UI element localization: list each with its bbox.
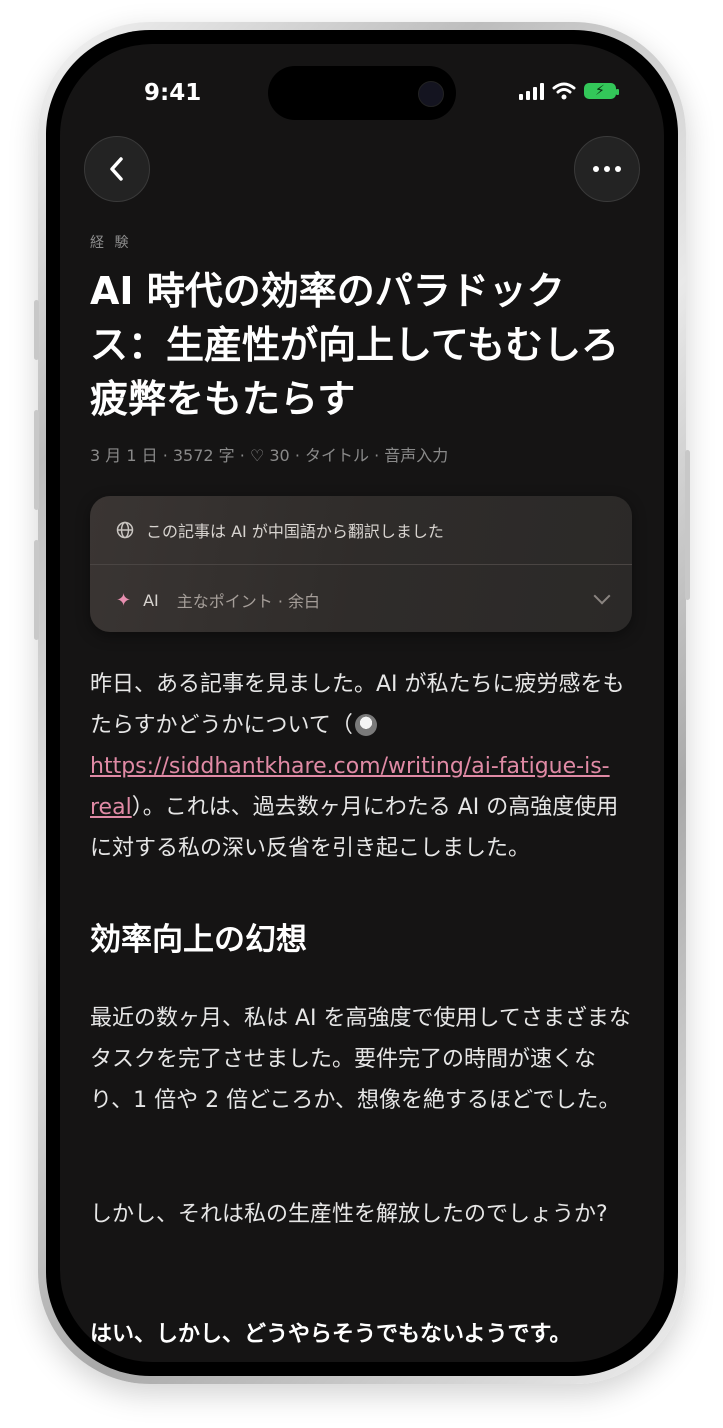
article-meta: 3 月 1 日 · 3572 字 · ♡ 30 · タイトル · 音声入力 (90, 446, 449, 465)
cellular-signal-icon (519, 82, 544, 100)
ellipsis-icon (593, 166, 621, 172)
link-favicon-icon (354, 714, 377, 736)
battery-charging-icon: ⚡ (584, 83, 619, 99)
paragraph-3: しかし、それは私の生産性を解放したのでしょうか? (90, 1202, 608, 1227)
chevron-left-icon (110, 157, 123, 181)
wifi-icon (552, 82, 576, 100)
ai-summary-card: この記事は AI が中国語から翻訳しました ✦ AI 主なポイント · 余白 (90, 496, 632, 632)
more-options-button[interactable] (574, 136, 640, 202)
ai-label: AI (143, 590, 159, 610)
paragraph-1-tail: ）。これは、過去数ヶ月にわたる AI の高強度使用に対する私の深い反省を引き起こ… (90, 795, 619, 861)
globe-icon (116, 521, 134, 539)
section-heading: 効率向上の幻想 (90, 922, 307, 958)
ai-key-points-toggle[interactable]: ✦ AI 主なポイント · 余白 (116, 588, 320, 612)
status-time: 9:41 (144, 80, 202, 106)
article-title: AI 時代の効率のパラドックス：生産性が向上してもむしろ疲弊をもたらす (90, 269, 619, 421)
camera-lens (418, 81, 444, 107)
key-points-label: 主なポイント · 余白 (176, 592, 321, 611)
translation-note: この記事は AI が中国語から翻訳しました (146, 522, 444, 541)
side-button-volume-up (34, 410, 39, 510)
screen: 9:41 ⚡ 経 験 AI 時代の効率のパラドックス：生産性が向上してもむしろ疲… (60, 44, 664, 1362)
status-icons: ⚡ (519, 82, 619, 100)
chevron-down-icon[interactable] (593, 587, 611, 605)
dynamic-island (268, 66, 456, 120)
paragraph-2: 最近の数ヶ月、私は AI を高強度で使用してさまざまなタスクを完了させました。要… (90, 1006, 631, 1113)
back-button[interactable] (84, 136, 150, 202)
bolt-icon: ⚡ (595, 83, 605, 99)
side-button-volume-down (34, 540, 39, 640)
side-button-action (34, 300, 39, 360)
paragraph-4: はい、しかし、どうやらそうでもないようです。 (90, 1322, 572, 1347)
translation-note-row: この記事は AI が中国語から翻訳しました (116, 518, 444, 542)
sparkle-icon: ✦ (116, 589, 132, 611)
article-category: 経 験 (90, 235, 132, 251)
paragraph-1: 昨日、ある記事を見ました。AI が私たちに疲労感をもたらすかどうかについて（ht… (90, 664, 634, 869)
card-divider (90, 564, 632, 565)
side-button-power (685, 450, 690, 600)
